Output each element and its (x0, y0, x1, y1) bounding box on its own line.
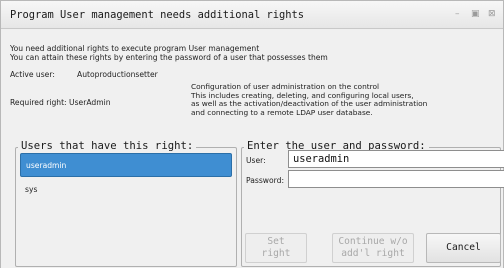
close-icon[interactable]: ⊠ (488, 9, 496, 19)
description-line: and connecting to a remote LDAP user dat… (191, 107, 373, 117)
user-list-item-sys[interactable]: sys (20, 178, 232, 202)
user-input[interactable]: useradmin (288, 150, 504, 168)
continue-button-label: Continue w/o add'l right (338, 236, 408, 259)
required-right-label: Required right: UserAdmin (10, 98, 111, 107)
continue-without-right-button[interactable]: Continue w/o add'l right (332, 233, 414, 263)
title-bar[interactable]: Program User management needs additional… (1, 1, 503, 29)
users-group: Users that have this right: useradmin sy… (15, 140, 237, 267)
user-list-item-useradmin[interactable]: useradmin (20, 153, 232, 177)
intro-line-2: You can attain these rights by entering … (10, 53, 328, 62)
password-input[interactable] (288, 170, 504, 188)
active-user-value: Autoproductionsetter (77, 70, 158, 79)
cancel-button[interactable]: Cancel (426, 233, 501, 263)
rights-dialog: Program User management needs additional… (0, 0, 504, 268)
active-user-label: Active user: (10, 70, 55, 79)
cancel-button-label: Cancel (446, 242, 481, 253)
intro-line-1: You need additional rights to execute pr… (10, 44, 260, 53)
window-title: Program User management needs additional… (10, 9, 305, 21)
required-right-description: Configuration of user administration on … (191, 82, 431, 117)
password-field-label: Password: (246, 176, 285, 185)
minimize-icon[interactable]: – (455, 9, 460, 19)
intro-text: You need additional rights to execute pr… (10, 44, 328, 62)
user-field-label: User: (246, 156, 266, 165)
maximize-icon[interactable]: ▣ (471, 9, 480, 19)
users-group-title: Users that have this right: (18, 140, 197, 152)
set-right-button-label: Set right (261, 236, 291, 259)
set-right-button[interactable]: Set right (245, 233, 307, 263)
